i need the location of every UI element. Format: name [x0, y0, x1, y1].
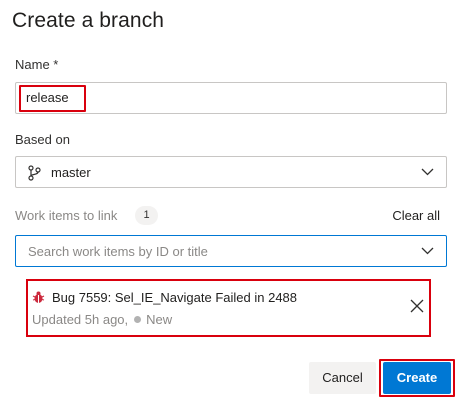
- linked-work-item[interactable]: Bug 7559: Sel_IE_Navigate Failed in 2488…: [26, 279, 431, 337]
- work-item-meta: Updated 5h ago, New: [32, 312, 172, 327]
- bug-icon: [32, 291, 45, 303]
- work-item-title[interactable]: Bug 7559: Sel_IE_Navigate Failed in 2488: [52, 290, 297, 305]
- work-items-label: Work items to link: [15, 208, 118, 223]
- status-dot-icon: [134, 316, 142, 323]
- cancel-button[interactable]: Cancel: [309, 362, 376, 394]
- clear-all-link[interactable]: Clear all: [392, 208, 440, 223]
- chevron-down-icon[interactable]: [421, 246, 434, 256]
- based-on-dropdown[interactable]: master: [15, 156, 447, 188]
- search-placeholder: Search work items by ID or title: [28, 244, 208, 259]
- work-item-updated: Updated 5h ago,: [32, 312, 129, 327]
- create-button[interactable]: Create: [383, 362, 451, 394]
- work-item-state: New: [146, 312, 173, 327]
- name-highlight: [19, 85, 86, 112]
- work-items-count-badge: 1: [135, 206, 158, 225]
- name-label: Name *: [15, 57, 59, 72]
- dialog-title: Create a branch: [12, 9, 165, 32]
- close-icon[interactable]: [409, 298, 425, 314]
- based-on-value: master: [51, 165, 91, 180]
- work-item-search-input[interactable]: Search work items by ID or title: [15, 235, 447, 267]
- chevron-down-icon[interactable]: [421, 167, 434, 177]
- branch-icon: [28, 165, 41, 181]
- based-on-label: Based on: [15, 132, 70, 147]
